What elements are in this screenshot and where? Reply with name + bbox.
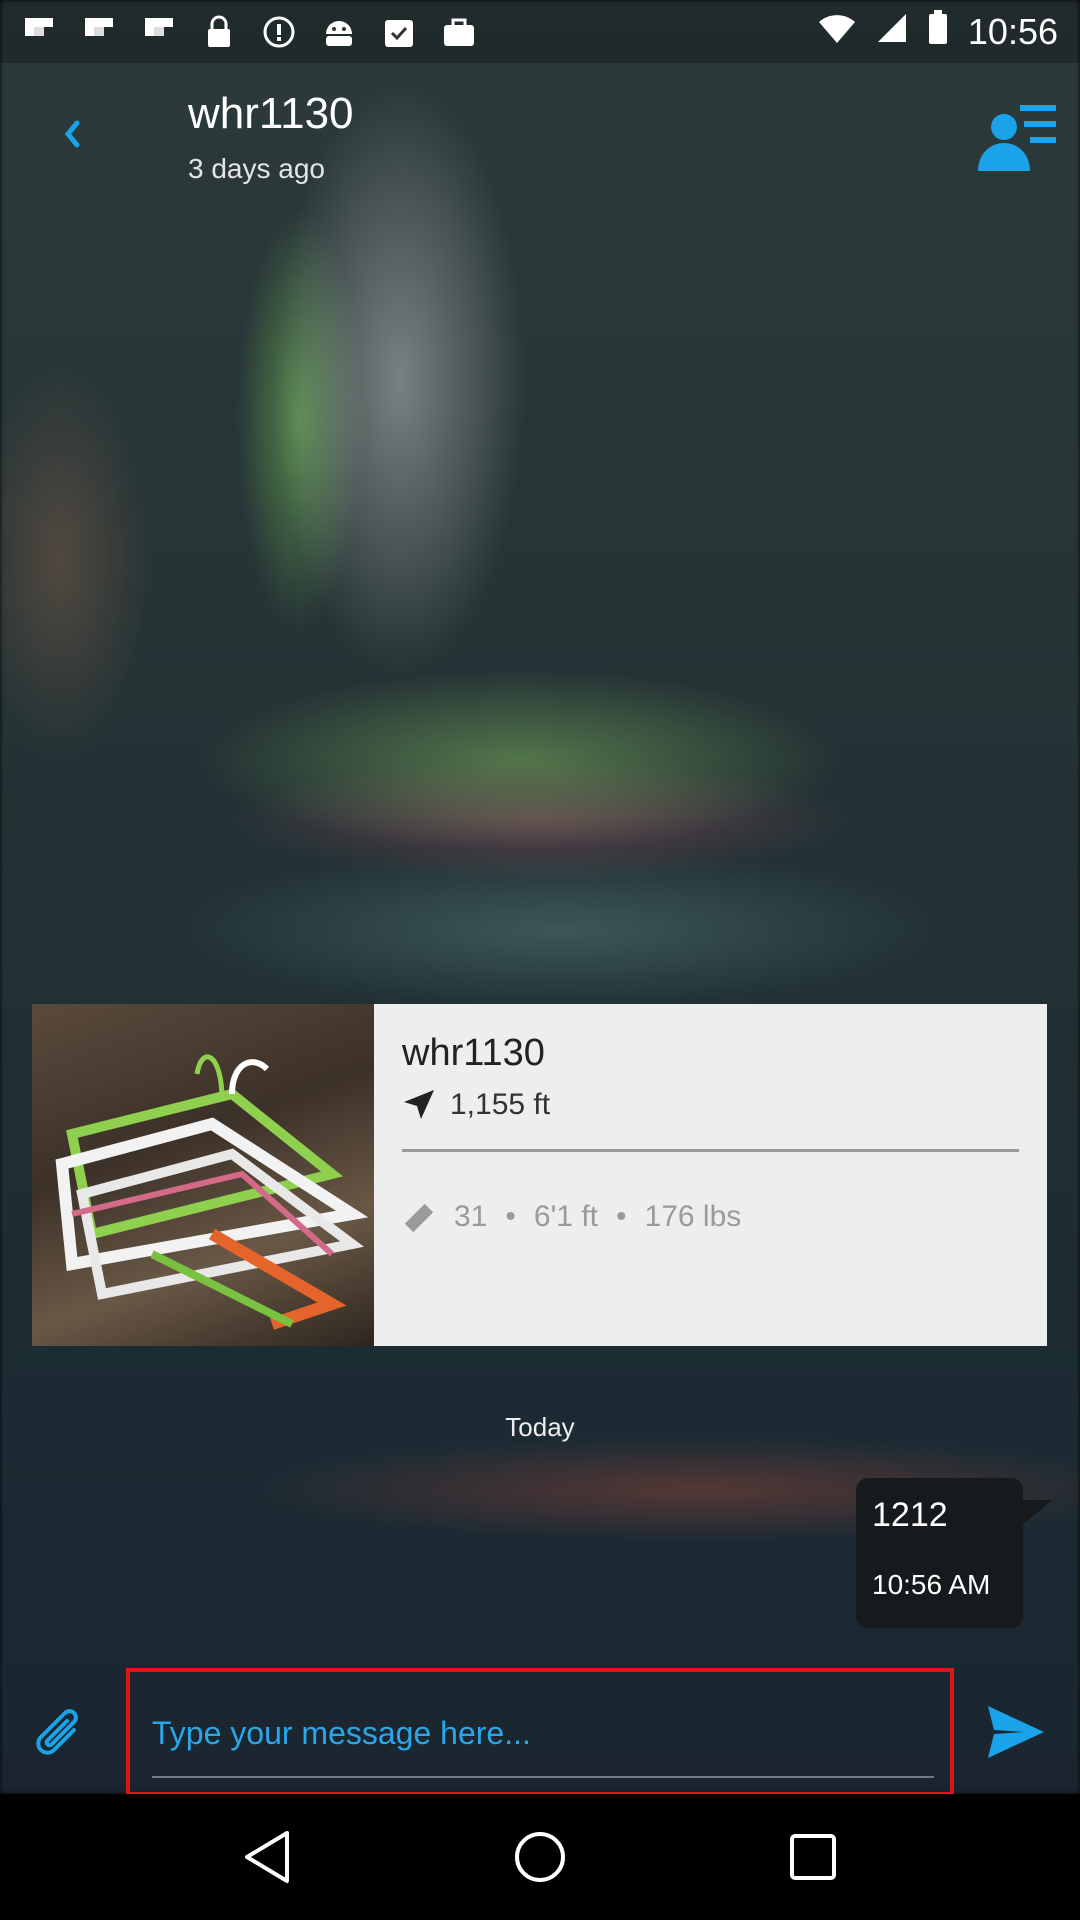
message-text: 1212 bbox=[872, 1496, 948, 1534]
message-input-highlight bbox=[126, 1668, 954, 1796]
clipboard-check-icon bbox=[382, 15, 416, 49]
status-bar: 10:56 bbox=[0, 0, 1080, 63]
stat-weight: 176 lbs bbox=[644, 1200, 742, 1233]
profile-card[interactable]: whr1130 1,155 ft 31 • 6'1 ft • 176 lbs bbox=[32, 1004, 1047, 1346]
profile-photo[interactable] bbox=[32, 1004, 374, 1346]
nav-home-button[interactable] bbox=[510, 1827, 570, 1887]
nav-back-button[interactable] bbox=[237, 1827, 297, 1887]
send-button[interactable] bbox=[984, 1700, 1048, 1764]
profile-stats: 31 • 6'1 ft • 176 lbs bbox=[402, 1200, 741, 1234]
distance-value: 1,155 ft bbox=[450, 1088, 551, 1121]
ruler-icon bbox=[404, 1203, 434, 1233]
attach-button[interactable] bbox=[32, 1700, 92, 1764]
android-icon bbox=[322, 15, 356, 49]
stat-age: 31 bbox=[454, 1200, 488, 1233]
alert-icon bbox=[262, 15, 296, 49]
nav-recents-button[interactable] bbox=[783, 1827, 843, 1887]
message-input[interactable] bbox=[152, 1690, 934, 1778]
circle-home-icon bbox=[514, 1832, 565, 1882]
send-icon bbox=[988, 1706, 1044, 1758]
flipboard-icon bbox=[142, 15, 176, 49]
message-bubble[interactable]: 1212 10:56 AM bbox=[856, 1478, 1023, 1628]
square-recents-icon bbox=[790, 1834, 837, 1880]
triangle-back-icon bbox=[244, 1831, 289, 1883]
profile-name: whr1130 bbox=[402, 1032, 545, 1074]
chevron-left-icon bbox=[64, 120, 80, 148]
divider bbox=[402, 1149, 1019, 1152]
message-time: 10:56 AM bbox=[872, 1569, 991, 1600]
profile-distance: 1,155 ft bbox=[402, 1088, 550, 1122]
user-list-icon bbox=[978, 105, 1056, 171]
status-time: 10:56 bbox=[967, 10, 1058, 52]
chat-title: whr1130 bbox=[188, 89, 354, 138]
message-composer bbox=[0, 1660, 1080, 1796]
profile-card-body: whr1130 1,155 ft 31 • 6'1 ft • 176 lbs bbox=[374, 1004, 1047, 1346]
flipboard-icon bbox=[82, 15, 116, 49]
battery-icon bbox=[928, 10, 948, 53]
stat-separator: • bbox=[616, 1200, 627, 1233]
lock-icon bbox=[202, 15, 236, 49]
back-button[interactable] bbox=[50, 111, 96, 157]
wifi-icon bbox=[818, 11, 856, 53]
flipboard-icon bbox=[22, 15, 56, 49]
profile-details-button[interactable] bbox=[974, 99, 1060, 179]
location-arrow-icon bbox=[404, 1090, 434, 1119]
chat-header: whr1130 3 days ago bbox=[0, 63, 1080, 203]
stat-separator: • bbox=[505, 1200, 516, 1233]
date-divider: Today bbox=[505, 1412, 575, 1442]
paperclip-icon bbox=[36, 1709, 78, 1755]
stat-height: 6'1 ft bbox=[533, 1200, 598, 1233]
chat-subtitle: 3 days ago bbox=[188, 153, 325, 184]
signal-icon bbox=[876, 11, 908, 53]
navigation-bar bbox=[0, 1794, 1080, 1920]
briefcase-icon bbox=[442, 15, 476, 49]
